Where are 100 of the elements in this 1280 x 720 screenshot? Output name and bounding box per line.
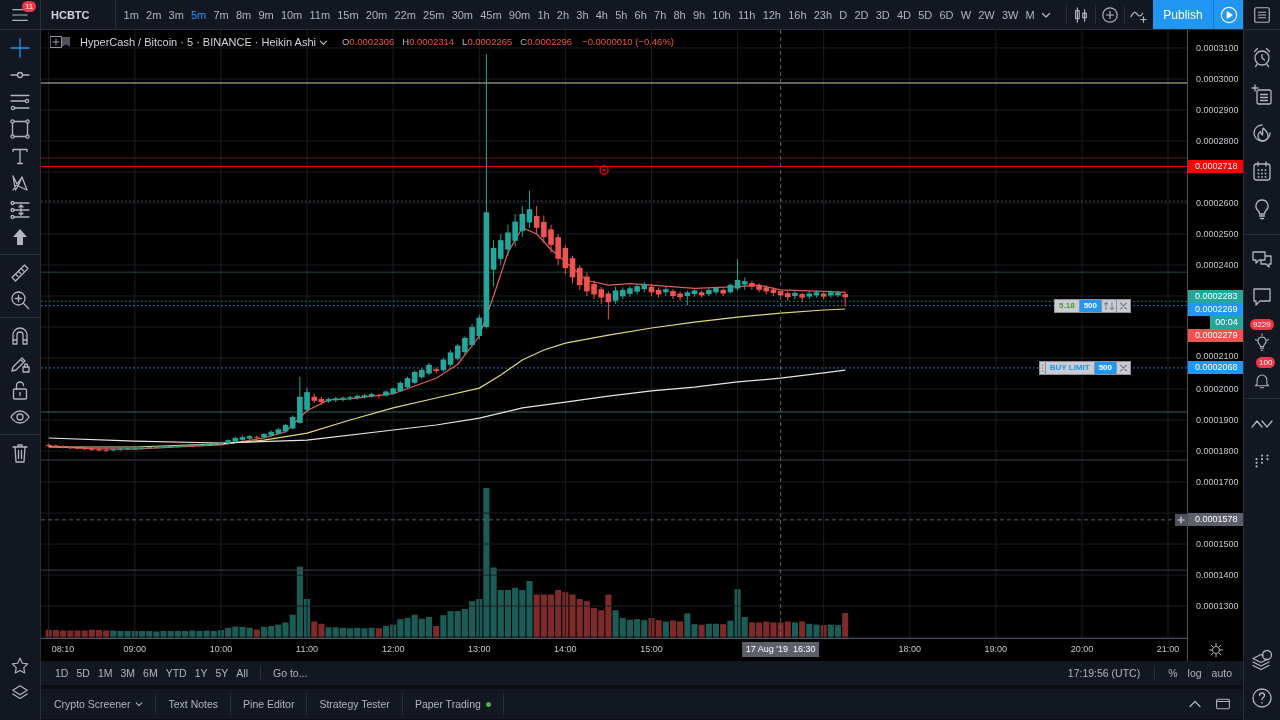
- dots-grid-icon[interactable]: [1252, 451, 1272, 471]
- timezone-clock[interactable]: 17:19:56 (UTC): [1061, 661, 1147, 685]
- interval-option[interactable]: M: [1022, 0, 1039, 29]
- rectangle-icon[interactable]: [10, 118, 30, 139]
- range-option[interactable]: YTD: [161, 661, 191, 685]
- price-tick-label: 0.0001400: [1196, 570, 1239, 581]
- flame-icon[interactable]: [1251, 122, 1273, 144]
- go-to-link[interactable]: Go to...: [269, 661, 312, 685]
- price-tick-label: 0.0002900: [1196, 105, 1239, 115]
- interval-option[interactable]: 2D: [850, 0, 873, 29]
- interval-option[interactable]: 5D: [914, 0, 936, 29]
- interval-option[interactable]: 6D: [935, 0, 958, 29]
- interval-option[interactable]: 4h: [592, 0, 612, 29]
- range-option[interactable]: 1Y: [190, 661, 212, 685]
- play-button[interactable]: [1213, 0, 1243, 29]
- ruler-icon[interactable]: [10, 262, 30, 283]
- calendar-icon[interactable]: [1251, 160, 1273, 182]
- interval-option[interactable]: 11h: [734, 0, 760, 29]
- range-option[interactable]: All: [232, 661, 252, 685]
- plus-circle-icon[interactable]: [1101, 5, 1119, 24]
- panel-tab[interactable]: Text Notes: [156, 693, 232, 715]
- measure-lines-icon[interactable]: [10, 199, 30, 220]
- interval-option[interactable]: 9h: [689, 0, 709, 29]
- chat-bubbles-icon[interactable]: [1251, 248, 1273, 270]
- chevron-down-icon[interactable]: [135, 700, 144, 708]
- ring-icon[interactable]: [599, 165, 609, 175]
- interval-option[interactable]: 3h: [572, 0, 593, 29]
- interval-option[interactable]: 8h: [669, 0, 690, 29]
- chevron-down-icon[interactable]: [318, 37, 328, 47]
- interval-option[interactable]: W: [957, 0, 975, 29]
- range-option[interactable]: 1M: [93, 661, 117, 685]
- interval-option[interactable]: 10h: [708, 0, 735, 29]
- crosshair-icon[interactable]: [10, 37, 30, 58]
- interval-option[interactable]: 16h: [784, 0, 811, 29]
- panel-tab[interactable]: Paper Trading: [402, 693, 504, 715]
- zoom-in-icon[interactable]: [10, 289, 30, 310]
- interval-option[interactable]: 10m: [277, 0, 306, 29]
- symbol-name[interactable]: HCBTC: [51, 8, 90, 21]
- interval-option[interactable]: 11m: [305, 0, 334, 29]
- interval-option[interactable]: 12h: [759, 0, 785, 29]
- interval-option[interactable]: 23h: [810, 0, 836, 29]
- alarm-clock-icon[interactable]: [1251, 46, 1273, 68]
- interval-option[interactable]: 7m: [209, 0, 233, 29]
- scale-option[interactable]: %: [1163, 661, 1183, 685]
- price-label: 0.0002718: [1188, 159, 1243, 173]
- panel-tab[interactable]: Crypto Screener: [42, 693, 157, 715]
- plus-square-icon[interactable]: [50, 36, 62, 48]
- range-option[interactable]: 6M: [139, 661, 162, 685]
- close-icon[interactable]: [1116, 298, 1131, 313]
- interval-option[interactable]: 3W: [998, 0, 1022, 29]
- interval-option[interactable]: 30m: [448, 0, 477, 29]
- candles-icon[interactable]: [1072, 5, 1090, 24]
- interval-option[interactable]: 15m: [333, 0, 363, 29]
- list-icon[interactable]: [1252, 4, 1272, 25]
- trash-icon[interactable]: [10, 442, 30, 463]
- interval-option[interactable]: 2h: [553, 0, 573, 29]
- interval-option[interactable]: 2m: [142, 0, 165, 29]
- range-option[interactable]: 1D: [51, 661, 73, 685]
- interval-option[interactable]: 8m: [232, 0, 255, 29]
- interval-option[interactable]: 5m: [187, 0, 210, 29]
- scale-option[interactable]: auto: [1206, 661, 1237, 685]
- panel-tab[interactable]: Strategy Tester: [307, 693, 403, 715]
- interval-option[interactable]: 45m: [476, 0, 506, 29]
- add-list-icon[interactable]: [1251, 84, 1273, 106]
- settings-icon[interactable]: [1207, 641, 1224, 658]
- interval-option[interactable]: 2W: [974, 0, 999, 29]
- interval-option[interactable]: 20m: [362, 0, 391, 29]
- panel-tab[interactable]: Pine Editor: [231, 693, 308, 715]
- window-icon[interactable]: [1215, 696, 1231, 712]
- interval-option[interactable]: 90m: [505, 0, 534, 29]
- range-option[interactable]: 5D: [72, 661, 94, 685]
- price-tick-label: 0.0002000: [1196, 384, 1239, 395]
- price-tick-label: 0.0003000: [1196, 74, 1239, 84]
- close-icon[interactable]: [1116, 360, 1131, 375]
- interval-option[interactable]: 5h: [611, 0, 631, 29]
- interval-option[interactable]: 25m: [419, 0, 449, 29]
- scale-option[interactable]: log: [1182, 661, 1207, 685]
- coins-icon[interactable]: [1251, 649, 1273, 671]
- interval-option[interactable]: 7h: [650, 0, 670, 29]
- layers-icon[interactable]: [11, 683, 29, 702]
- interval-option[interactable]: 1m: [120, 0, 143, 29]
- interval-option[interactable]: 9m: [254, 0, 278, 29]
- interval-option[interactable]: 3m: [164, 0, 188, 29]
- interval-option[interactable]: 6h: [631, 0, 651, 29]
- star-icon[interactable]: [11, 656, 29, 675]
- help-icon[interactable]: [1251, 687, 1273, 709]
- interval-option[interactable]: D: [835, 0, 851, 29]
- time-tick-label: 15:00: [640, 644, 663, 655]
- range-option[interactable]: 3M: [116, 661, 140, 685]
- interval-option[interactable]: 1h: [533, 0, 554, 29]
- range-option[interactable]: 5Y: [211, 661, 233, 685]
- lock-icon[interactable]: [10, 379, 30, 400]
- interval-option[interactable]: 22m: [390, 0, 420, 29]
- lightbulb-icon[interactable]: [1253, 333, 1271, 351]
- magnet-icon[interactable]: [10, 325, 30, 346]
- interval-option[interactable]: 4D: [893, 0, 915, 29]
- price-label: 0.0002279: [1188, 329, 1243, 343]
- chat-bubble-icon[interactable]: [1251, 286, 1273, 308]
- swap-arrows-icon[interactable]: [1101, 298, 1117, 313]
- interval-option[interactable]: 3D: [872, 0, 894, 29]
